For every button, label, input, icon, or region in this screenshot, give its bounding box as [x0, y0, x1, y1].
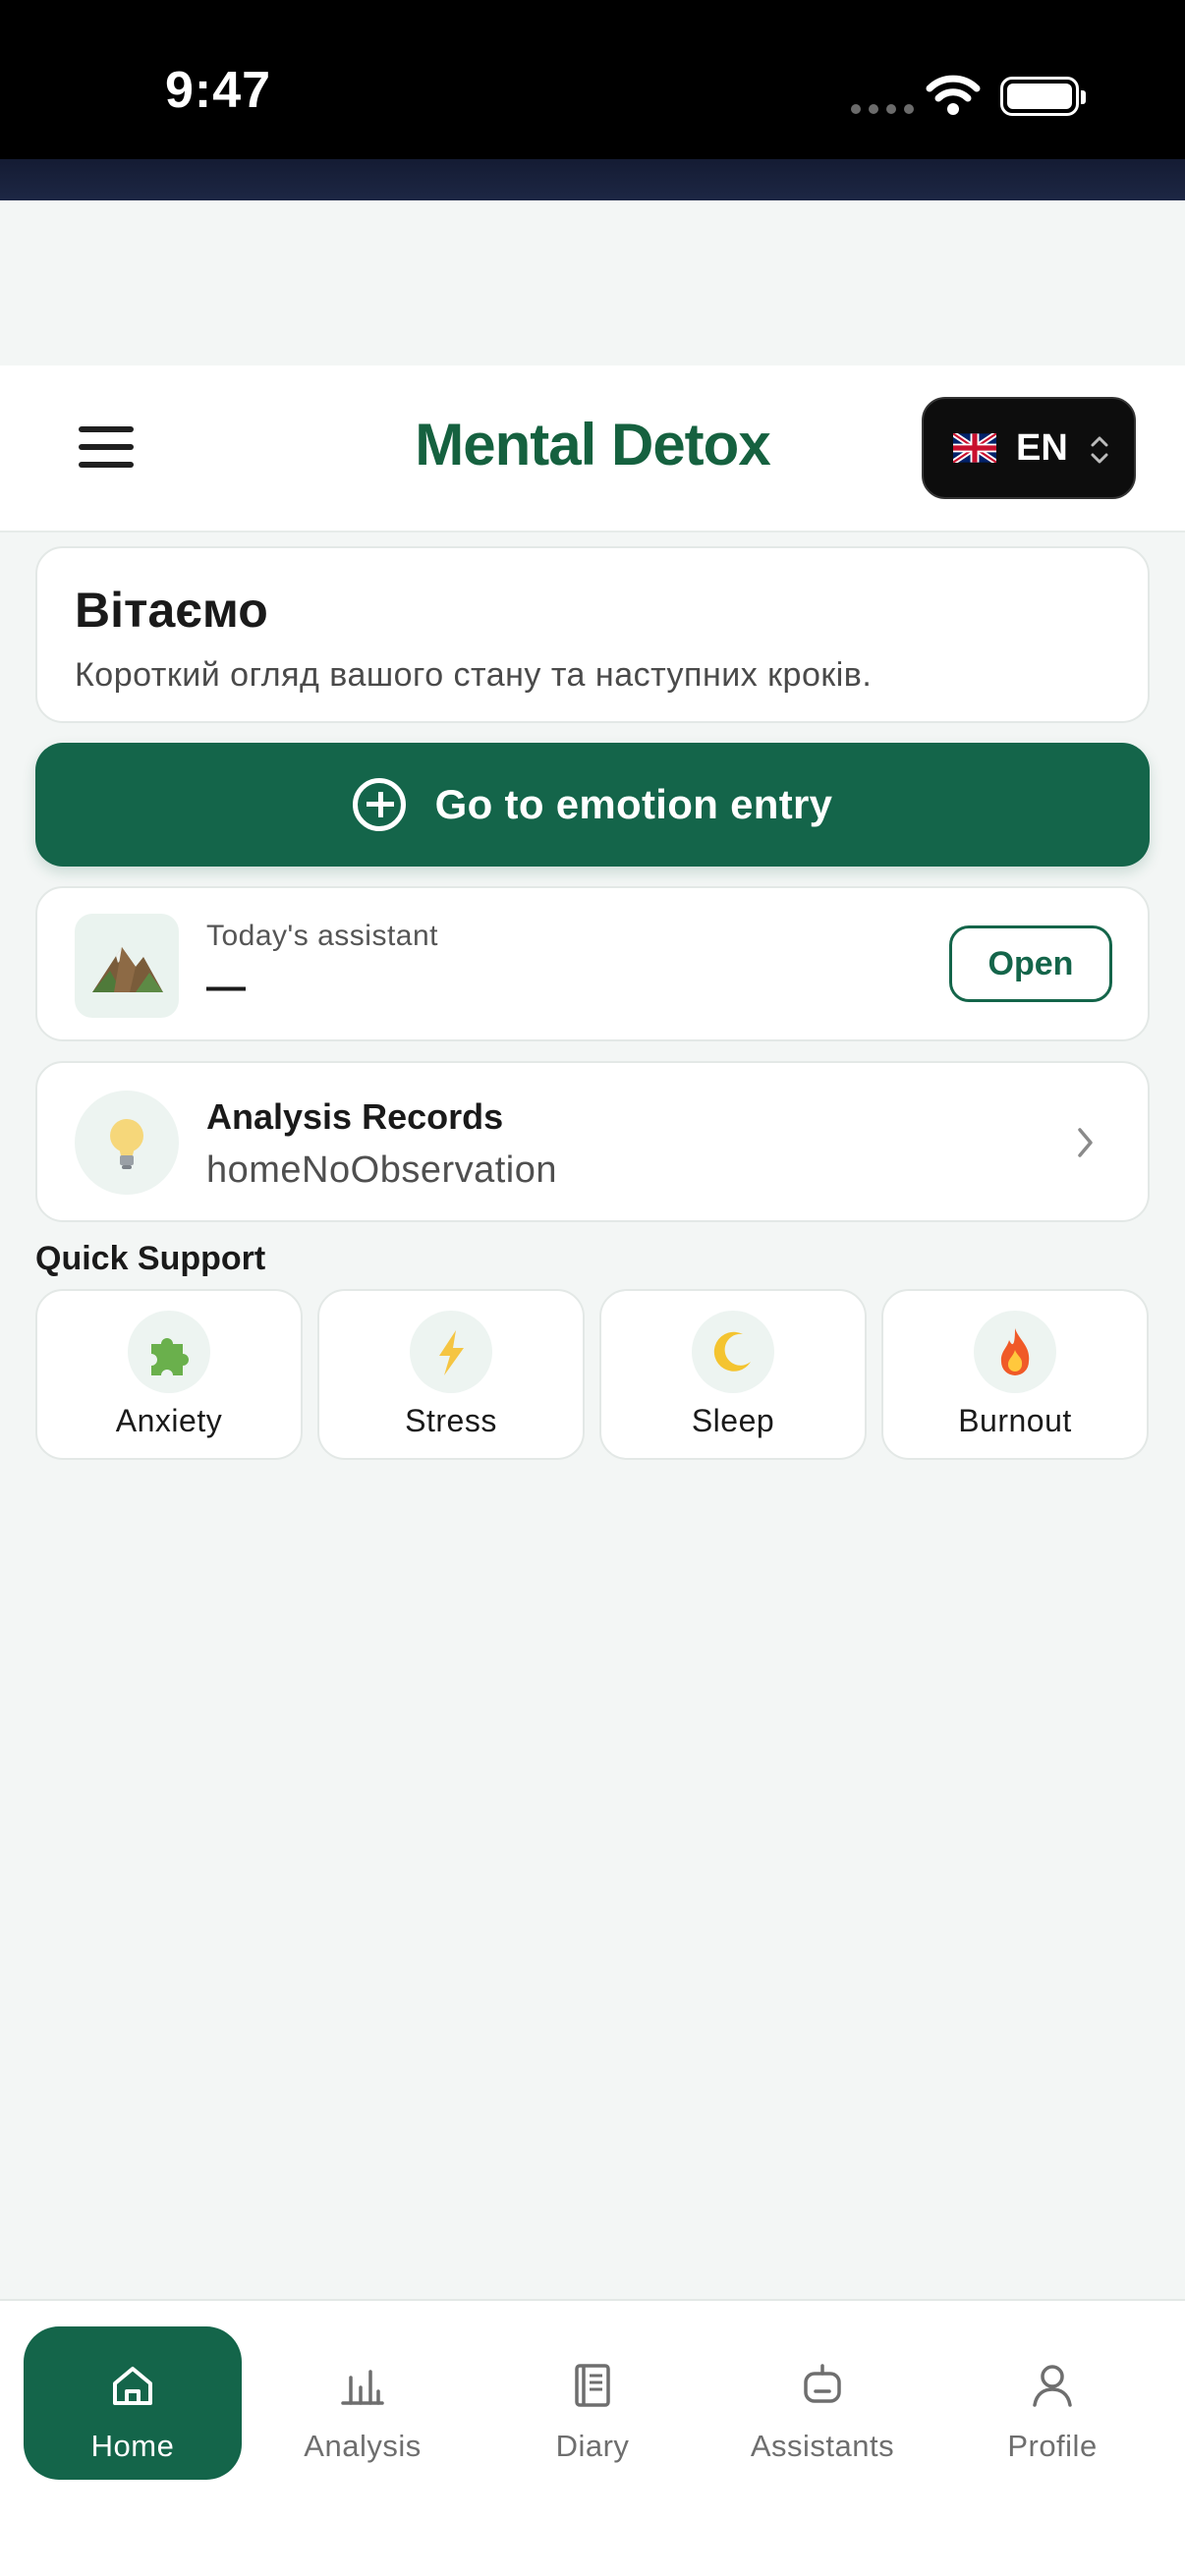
lightning-icon [410, 1311, 492, 1393]
status-bar: 9:47 [0, 0, 1185, 159]
welcome-subtitle: Короткий огляд вашого стану та наступних… [75, 656, 873, 694]
tab-assistants[interactable]: Assistants [713, 2326, 931, 2480]
bar-chart-icon [341, 2370, 384, 2405]
tab-profile[interactable]: Profile [943, 2326, 1161, 2480]
quick-support-label: Stress [405, 1403, 497, 1438]
plus-circle-icon [352, 778, 406, 831]
quick-support-title: Quick Support [35, 1240, 266, 1277]
robot-icon [804, 2364, 841, 2403]
tab-label: Assistants [750, 2429, 895, 2463]
status-time: 9:47 [165, 62, 272, 119]
home-icon [113, 2367, 152, 2405]
wifi-icon [926, 75, 981, 115]
signal-dots-icon [851, 104, 914, 114]
tab-diary[interactable]: Diary [483, 2326, 702, 2480]
analysis-records-title: Analysis Records [206, 1096, 504, 1137]
quick-support-anxiety[interactable]: Anxiety [35, 1289, 303, 1460]
quick-support-sleep[interactable]: Sleep [599, 1289, 867, 1460]
quick-support-label: Burnout [958, 1403, 1072, 1438]
puzzle-icon [128, 1311, 210, 1393]
analysis-records-card[interactable]: Analysis Records homeNoObservation [35, 1061, 1150, 1222]
moon-icon [692, 1311, 774, 1393]
person-icon [1033, 2365, 1072, 2407]
analysis-records-subtitle: homeNoObservation [206, 1149, 558, 1191]
todays-assistant-card: Today's assistant — Open [35, 886, 1150, 1041]
mountain-icon [75, 914, 179, 1018]
chevron-updown-icon [1091, 436, 1108, 464]
quick-support-label: Anxiety [115, 1403, 223, 1438]
cta-label: Go to emotion entry [434, 781, 833, 827]
app-header: Mental Detox EN [0, 365, 1185, 532]
tab-label: Diary [555, 2429, 630, 2463]
chevron-right-icon [1078, 1128, 1093, 1157]
book-icon [575, 2364, 610, 2407]
tab-analysis[interactable]: Analysis [254, 2326, 472, 2480]
language-code: EN [1016, 426, 1068, 469]
tab-label: Profile [1007, 2429, 1098, 2463]
assistant-value: — [206, 965, 246, 1008]
welcome-heading: Вітаємо [75, 583, 268, 638]
bottom-navigation: Home Analysis Diary Assistants Profile [0, 2299, 1185, 2576]
go-to-emotion-entry-button[interactable]: Go to emotion entry [35, 743, 1150, 867]
tab-label: Analysis [304, 2429, 422, 2463]
language-selector[interactable]: EN [922, 397, 1136, 499]
tab-label: Home [90, 2429, 175, 2463]
tab-home[interactable]: Home [24, 2326, 242, 2480]
quick-support-stress[interactable]: Stress [317, 1289, 585, 1460]
fire-icon [974, 1311, 1056, 1393]
quick-support-burnout[interactable]: Burnout [881, 1289, 1149, 1460]
open-assistant-button[interactable]: Open [949, 925, 1112, 1002]
welcome-card: Вітаємо Короткий огляд вашого стану та н… [35, 546, 1150, 723]
battery-icon [1000, 77, 1086, 116]
status-band [0, 159, 1185, 200]
uk-flag-icon [953, 433, 996, 463]
quick-support-label: Sleep [691, 1403, 775, 1438]
assistant-label: Today's assistant [206, 920, 439, 952]
lightbulb-icon [75, 1091, 179, 1195]
